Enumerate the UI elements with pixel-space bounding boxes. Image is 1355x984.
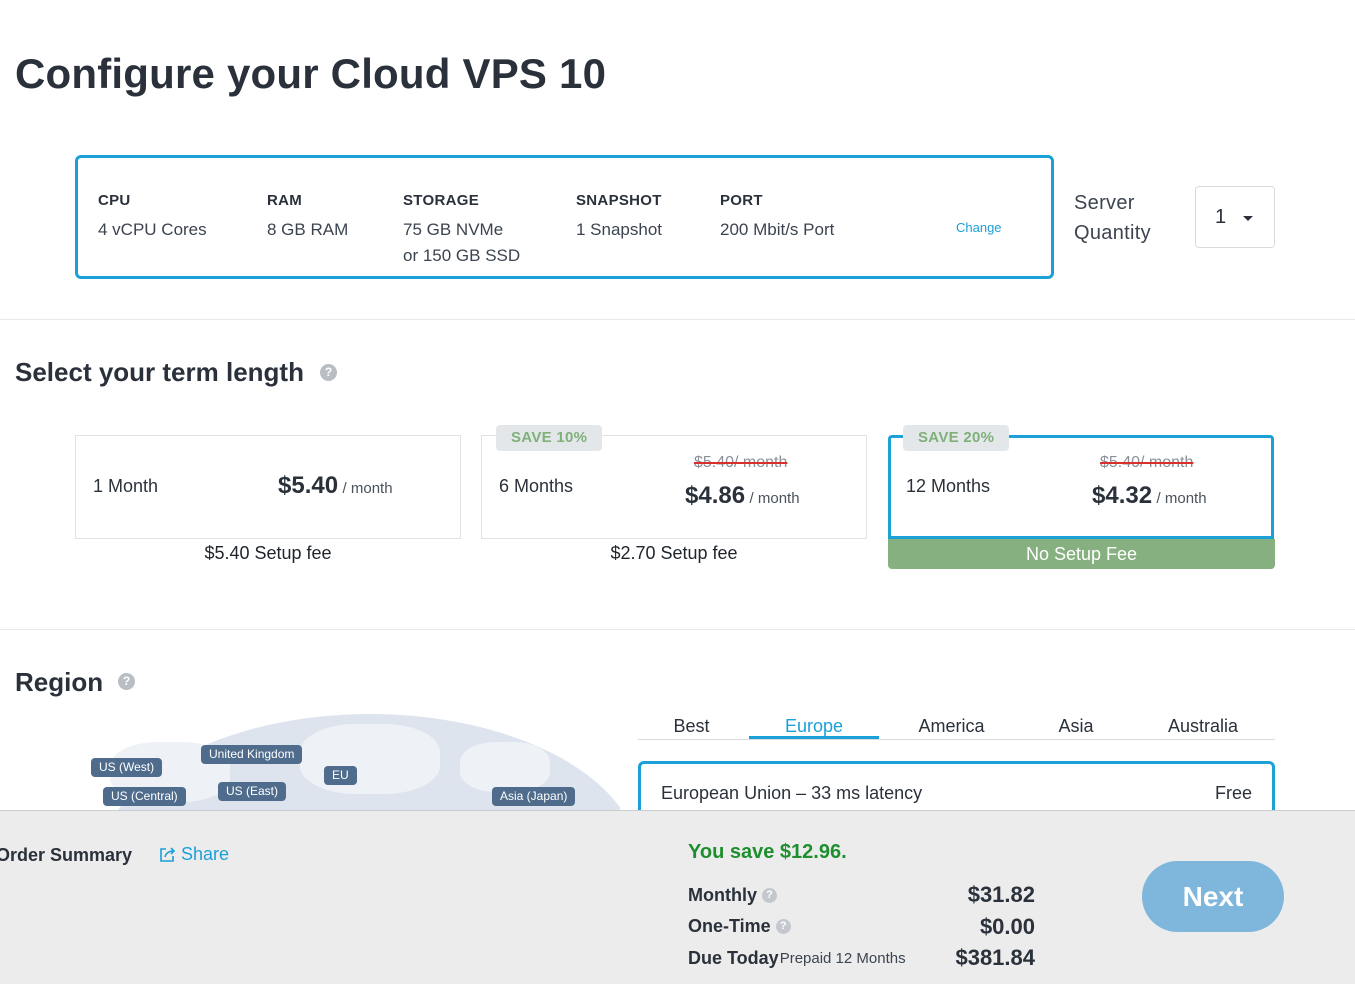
region-section-title: Region — [15, 667, 104, 697]
monthly-value: $31.82 — [967, 882, 1035, 907]
server-quantity-label-line2: Quantity — [1074, 222, 1151, 244]
map-tag-us-west[interactable]: US (West) — [91, 758, 163, 777]
term-option-price-value: $4.32 — [1092, 482, 1153, 509]
one-time-label: One-Time ? — [688, 916, 791, 937]
term-option-price-value: $4.86 — [685, 482, 746, 509]
map-tag-eu[interactable]: EU — [324, 766, 357, 785]
term-option-old-price: $5.40/ month — [1100, 454, 1193, 472]
spec-port-value: 200 Mbit/s Port — [720, 220, 835, 239]
share-link[interactable]: Share — [158, 844, 229, 865]
next-button[interactable]: Next — [1142, 861, 1284, 932]
server-quantity-label-line1: Server — [1074, 192, 1135, 214]
server-quantity-label: Server Quantity — [1074, 188, 1151, 248]
spec-cpu: CPU 4 vCPU Cores — [98, 192, 207, 243]
spec-storage-label: STORAGE — [403, 192, 480, 209]
tab-best[interactable]: Best — [638, 716, 745, 737]
term-option-price: $4.86 / month — [685, 482, 800, 510]
savings-text: You save $12.96. — [688, 841, 847, 863]
spec-storage-value-line2: or 150 GB SSD — [403, 246, 521, 265]
term-option-setup-fee: $2.70 Setup fee — [610, 543, 738, 563]
save-badge: SAVE 20% — [903, 425, 1010, 451]
spec-storage-value-line1: 75 GB NVMe — [403, 220, 504, 239]
term-option-1-month[interactable]: 1 Month $5.40 / month — [75, 435, 461, 539]
region-option-price: Free — [1214, 783, 1252, 803]
spec-snapshot-label: SNAPSHOT — [576, 192, 662, 209]
tab-europe[interactable]: Europe — [749, 716, 879, 737]
term-option-price: $5.40 / month — [278, 472, 393, 500]
spec-port: PORT 200 Mbit/s Port — [720, 192, 834, 243]
spec-snapshot: SNAPSHOT 1 Snapshot — [576, 192, 662, 243]
spec-snapshot-value: 1 Snapshot — [576, 220, 663, 239]
tab-asia[interactable]: Asia — [1026, 716, 1126, 737]
map-landmass — [460, 742, 550, 792]
one-time-label-text: One-Time — [688, 916, 771, 936]
term-option-price-unit: / month — [749, 490, 800, 507]
help-icon[interactable]: ? — [118, 673, 135, 690]
term-option-setup-fee: $5.40 Setup fee — [204, 543, 332, 563]
map-tag-us-central[interactable]: US (Central) — [103, 787, 186, 806]
term-option-price-unit: / month — [342, 480, 393, 497]
term-option-price-unit: / month — [1156, 490, 1207, 507]
due-today-label: Due Today Prepaid 12 Months — [688, 948, 906, 969]
active-tab-indicator — [749, 736, 879, 739]
help-icon[interactable]: ? — [320, 364, 337, 381]
one-time-value: $0.00 — [979, 914, 1035, 939]
save-badge: SAVE 10% — [496, 425, 603, 451]
spec-storage-value: 75 GB NVMe or 150 GB SSD — [403, 217, 520, 269]
spec-ram: RAM 8 GB RAM — [267, 192, 348, 243]
map-tag-us-east[interactable]: US (East) — [218, 782, 287, 801]
region-map: US (West) United Kingdom EU US (Central)… — [60, 712, 620, 810]
term-section-title: Select your term length — [15, 357, 304, 387]
no-setup-fee-banner: No Setup Fee — [888, 539, 1275, 569]
spec-ram-value: 8 GB RAM — [267, 220, 349, 239]
help-icon[interactable]: ? — [775, 919, 791, 934]
term-option-name: 1 Month — [93, 476, 159, 496]
term-option-name: 12 Months — [906, 476, 991, 496]
monthly-label: Monthly ? — [688, 885, 777, 906]
server-quantity-select[interactable]: 1 — [1195, 186, 1275, 248]
share-icon — [160, 846, 176, 862]
tab-australia[interactable]: Australia — [1148, 716, 1258, 737]
map-landmass — [300, 724, 440, 794]
spec-storage: STORAGE 75 GB NVMe or 150 GB SSD — [403, 192, 520, 269]
term-option-price: $4.32 / month — [1092, 482, 1207, 510]
server-quantity-value: 1 — [1215, 205, 1227, 228]
region-option-name: European Union – 33 ms latency — [661, 783, 923, 803]
section-divider — [0, 319, 1355, 320]
share-label: Share — [181, 844, 230, 864]
term-option-name: 6 Months — [499, 476, 574, 496]
spec-ram-label: RAM — [267, 192, 303, 209]
map-tag-asia-japan[interactable]: Asia (Japan) — [492, 787, 576, 806]
spec-cpu-label: CPU — [98, 192, 131, 209]
due-today-sub: Prepaid 12 Months — [779, 950, 906, 967]
help-icon[interactable]: ? — [762, 888, 777, 903]
monthly-label-text: Monthly — [688, 885, 757, 905]
term-option-price-value: $5.40 — [278, 472, 339, 499]
change-plan-link[interactable]: Change — [956, 220, 1002, 235]
region-tabs: Best Europe America Asia Australia — [638, 712, 1275, 740]
order-summary-bar: Order Summary Share You save $12.96. Mon… — [0, 810, 1355, 984]
due-today-value: $381.84 — [955, 945, 1035, 970]
due-today-label-text: Due Today — [688, 948, 779, 968]
chevron-down-icon — [1243, 216, 1253, 221]
map-tag-united-kingdom[interactable]: United Kingdom — [201, 745, 303, 764]
spec-port-label: PORT — [720, 192, 763, 209]
section-divider — [0, 629, 1355, 630]
plan-spec-box: CPU 4 vCPU Cores RAM 8 GB RAM STORAGE 75… — [75, 155, 1054, 279]
page-title: Configure your Cloud VPS 10 — [15, 50, 607, 97]
term-option-old-price: $5.40/ month — [694, 454, 787, 472]
tab-america[interactable]: America — [888, 716, 1015, 737]
spec-cpu-value: 4 vCPU Cores — [98, 220, 207, 239]
order-summary-title: Order Summary — [0, 845, 133, 865]
term-option-old-price-value: $5.40/ month — [694, 454, 788, 471]
term-option-old-price-value: $5.40/ month — [1100, 454, 1194, 471]
